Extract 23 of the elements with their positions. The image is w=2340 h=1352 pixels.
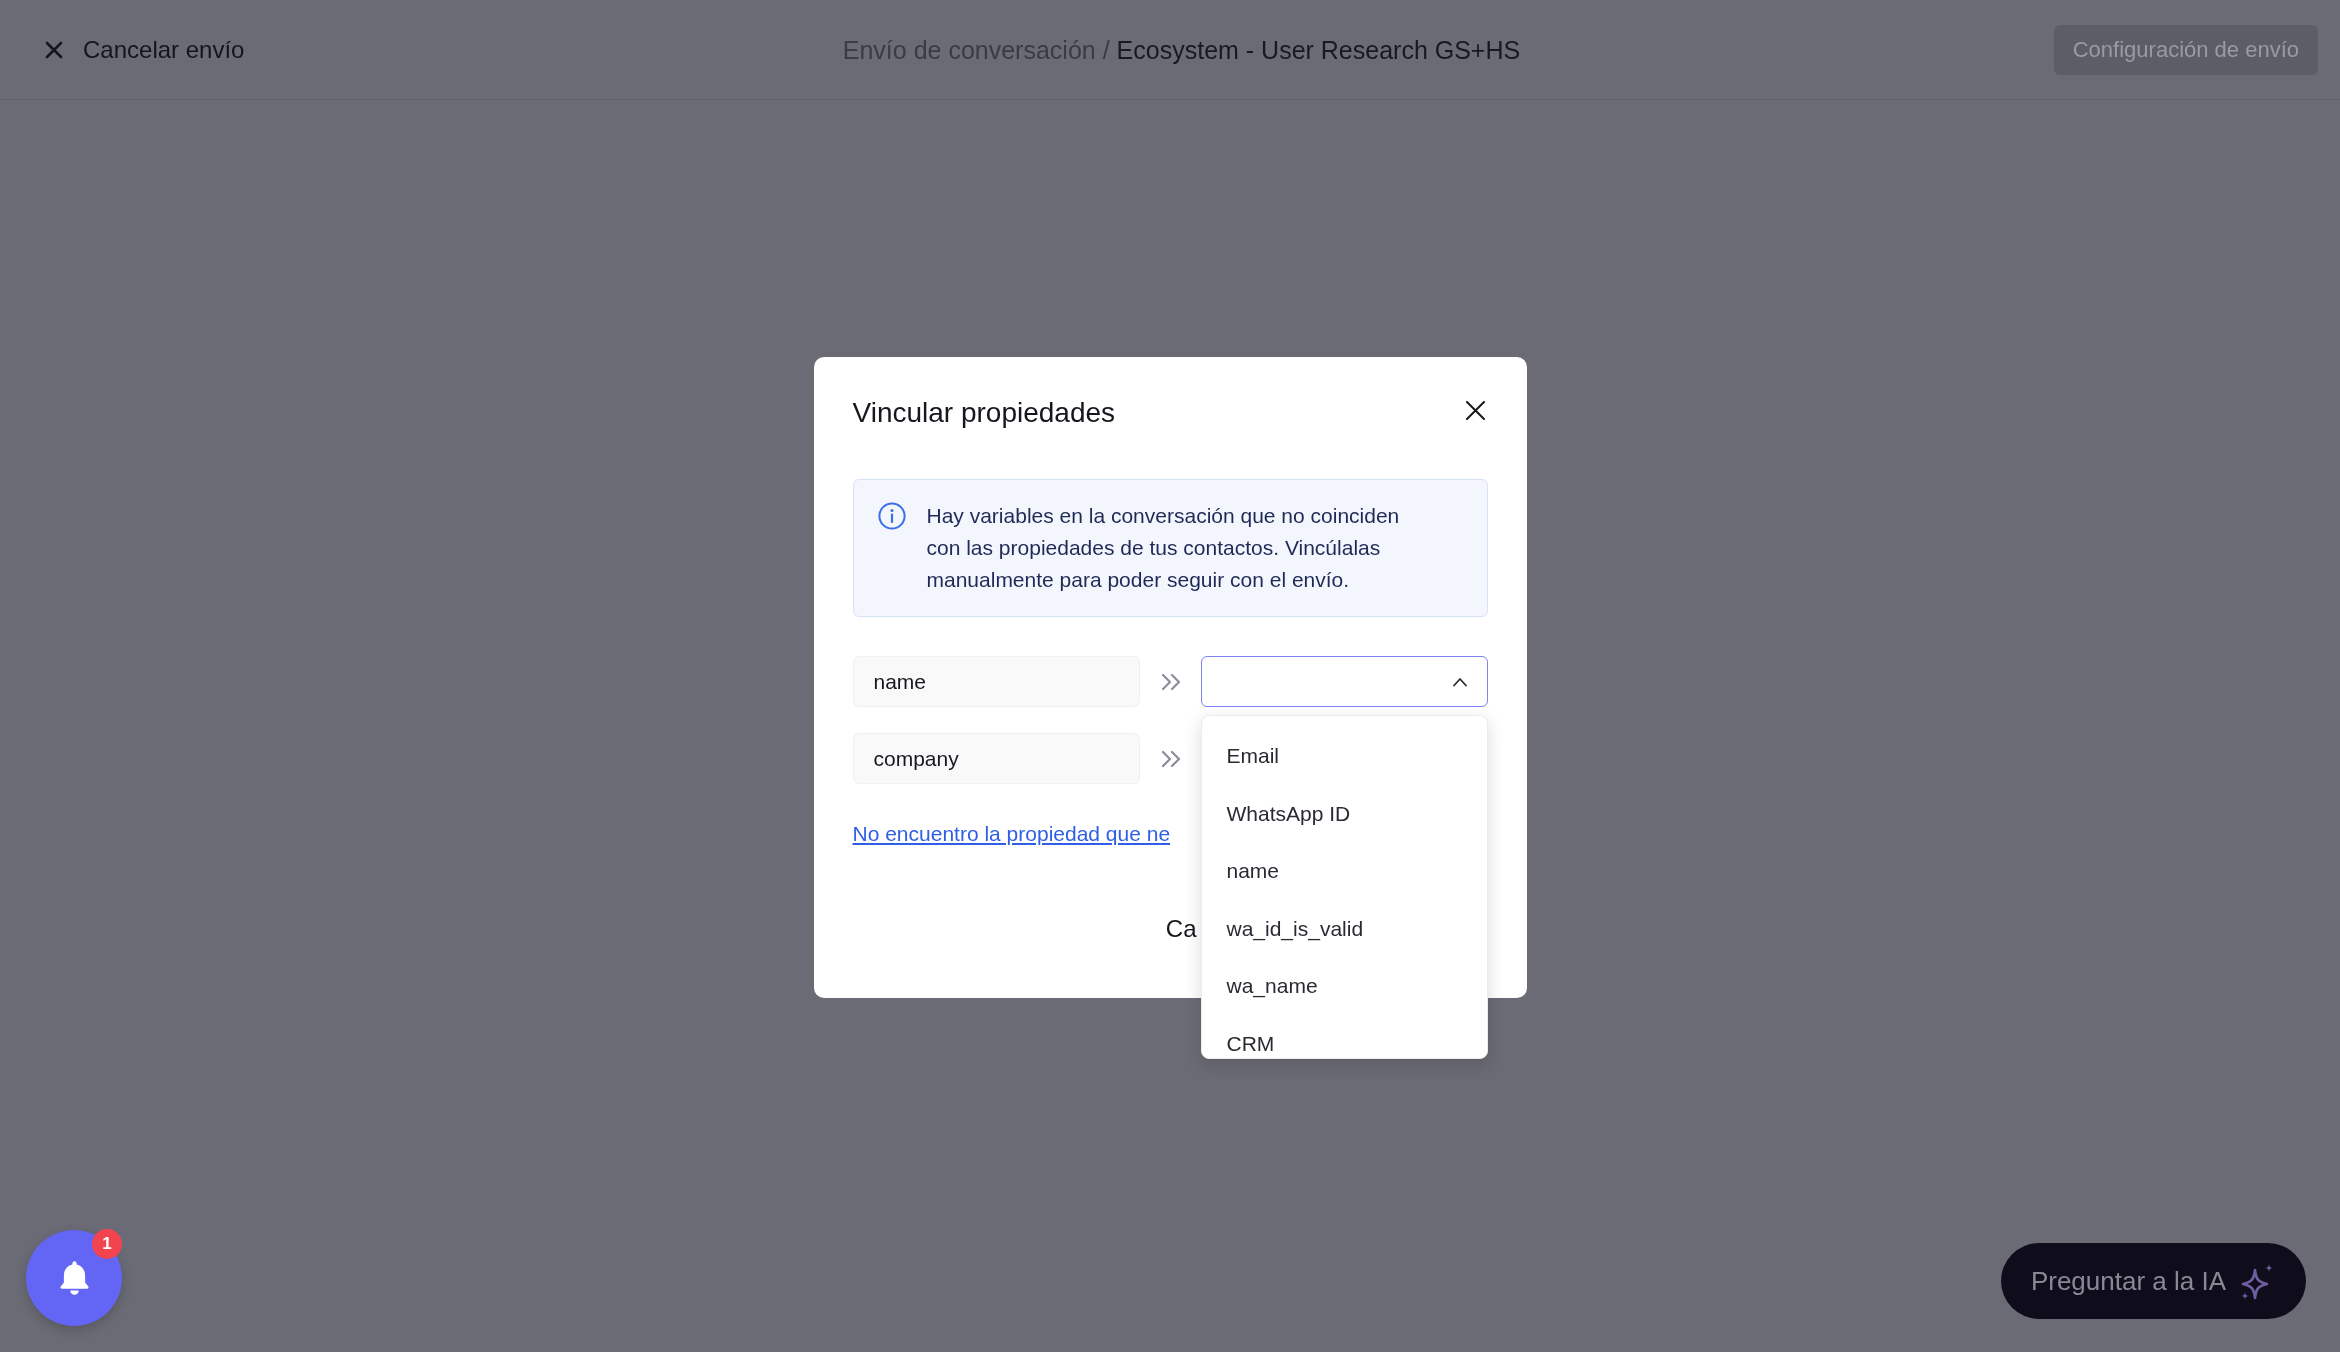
- bell-icon: [59, 1261, 89, 1295]
- dropdown-option[interactable]: wa_name: [1201, 971, 1487, 1001]
- close-icon: [45, 40, 63, 59]
- dropdown-option[interactable]: name: [1201, 856, 1487, 886]
- notification-count: 1: [92, 1229, 122, 1259]
- dropdown-option[interactable]: wa_id_is_valid: [1201, 913, 1487, 944]
- dropdown-option[interactable]: Email: [1201, 741, 1487, 771]
- ask-ai-button[interactable]: Preguntar a la IA: [2000, 1243, 2306, 1319]
- dropdown-option[interactable]: WhatsApp ID: [1201, 798, 1487, 829]
- double-chevron-icon: [1160, 749, 1183, 768]
- dialog-title: Vincular propiedades: [852, 396, 1116, 430]
- property-select[interactable]: [1200, 656, 1488, 707]
- info-message: Hay variables en la conversación que no coinciden con las propiedades de tus contactos. Vincúlalas manualmente para poder seguir con el envío.: [926, 503, 1401, 593]
- close-icon: [1465, 400, 1485, 420]
- footer-button[interactable]: Ca: [1165, 904, 1197, 954]
- variable-field: company: [852, 733, 1140, 784]
- info-icon: [877, 502, 906, 530]
- double-chevron-icon: [1160, 672, 1183, 691]
- missing-property-link[interactable]: No encuentro la propiedad que ne: [852, 819, 1171, 849]
- variable-field: name: [852, 656, 1140, 707]
- breadcrumb-current: Ecosystem - User Research GS+HS: [1116, 36, 1521, 65]
- dropdown-option[interactable]: CRM: [1201, 1028, 1487, 1058]
- chevron-up-icon: [1451, 676, 1468, 687]
